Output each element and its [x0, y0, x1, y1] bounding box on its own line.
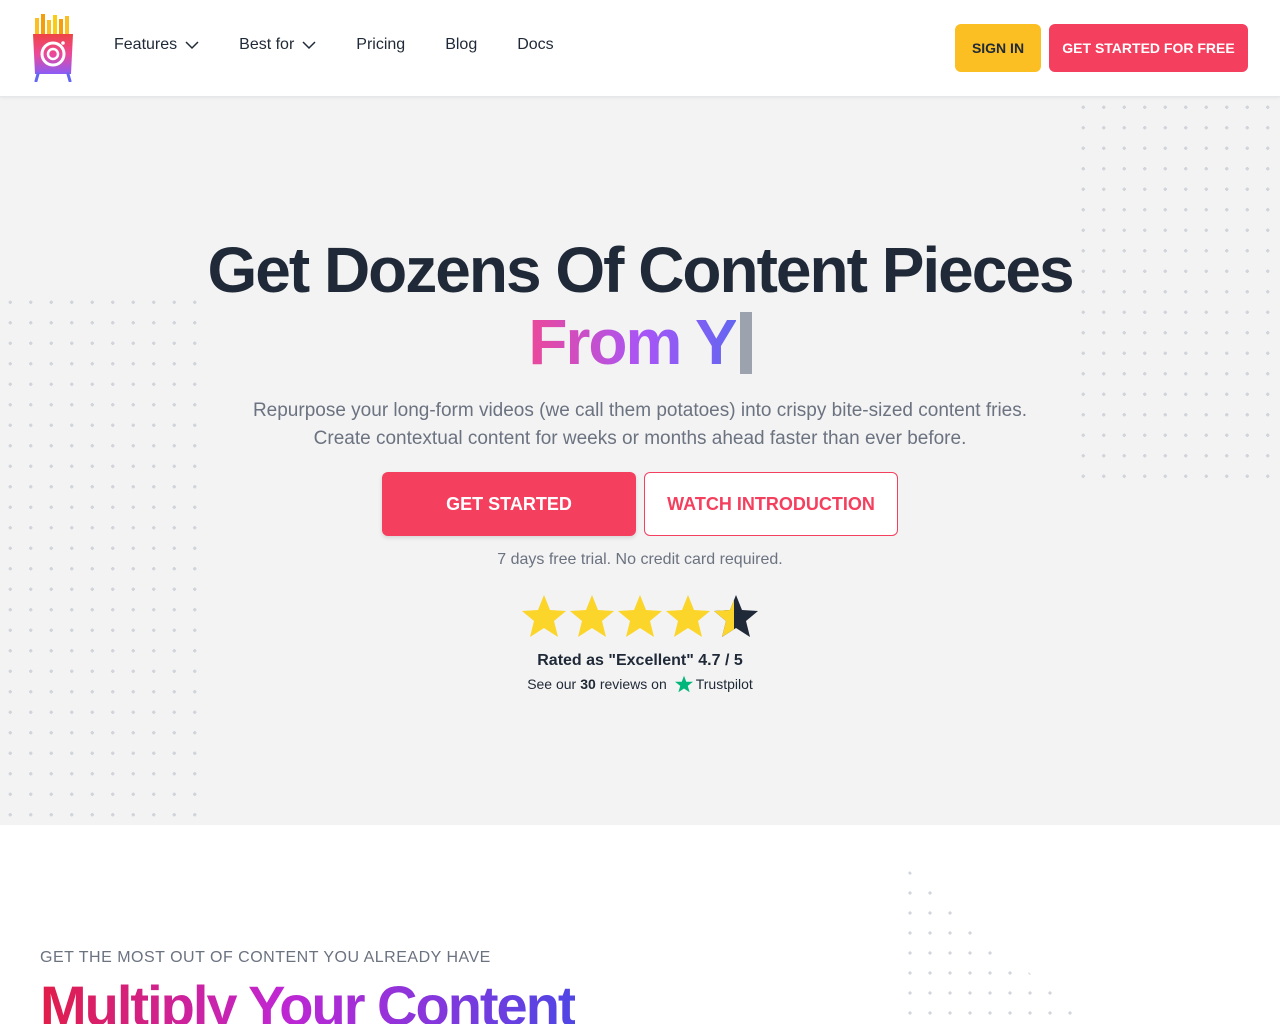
nav-best-for-label: Best for — [239, 36, 295, 53]
main-nav: Features Best for Pricing Blog Docs — [114, 36, 554, 54]
hero-section: Get Dozens Of Content Pieces From Y Repu… — [0, 97, 1280, 825]
star-icon — [570, 595, 614, 637]
nav-features[interactable]: Features — [114, 36, 199, 54]
reviews-suffix: reviews on — [599, 676, 667, 692]
star-icon — [522, 595, 566, 637]
nav-pricing[interactable]: Pricing — [356, 36, 405, 54]
section-title: Multiply Your Content — [40, 973, 577, 1024]
nav-blog[interactable]: Blog — [445, 36, 477, 54]
star-icon — [666, 595, 710, 637]
nav-pricing-label: Pricing — [356, 36, 406, 53]
hero-title-typing: From Y — [0, 306, 1280, 378]
nav-docs[interactable]: Docs — [517, 36, 553, 54]
typing-cursor — [739, 312, 752, 374]
hero-title-typed-text: From Y — [528, 306, 737, 378]
get-started-button[interactable]: GET STARTED — [382, 472, 636, 536]
section-eyebrow: GET THE MOST OUT OF CONTENT YOU ALREADY … — [40, 949, 491, 966]
trial-note: 7 days free trial. No credit card requir… — [497, 551, 783, 568]
nav-best-for[interactable]: Best for — [239, 36, 316, 54]
reviews-line: See our 30 reviews on Trustpilot — [0, 675, 1280, 693]
hero-title: Get Dozens Of Content Pieces — [207, 234, 1074, 306]
site-header: Features Best for Pricing Blog Docs SIGN… — [0, 0, 1280, 97]
nav-blog-label: Blog — [445, 36, 478, 53]
chevron-down-icon — [302, 41, 316, 50]
features-intro-section: GET THE MOST OUT OF CONTENT YOU ALREADY … — [0, 825, 1280, 1024]
trustpilot-link[interactable]: Trustpilot — [696, 676, 753, 692]
nav-docs-label: Docs — [517, 36, 554, 53]
get-started-free-button[interactable]: GET STARTED FOR FREE — [1049, 24, 1248, 72]
rating-text: Rated as "Excellent" 4.7 / 5 — [537, 652, 743, 669]
chevron-down-icon — [185, 41, 199, 50]
logo-icon[interactable] — [30, 14, 76, 83]
dot-pattern-decoration — [900, 863, 1100, 1024]
watch-introduction-button[interactable]: WATCH INTRODUCTION — [644, 472, 898, 536]
hero-subtitle: Repurpose your long-form videos (we call… — [252, 400, 1028, 449]
trustpilot-star-icon[interactable] — [674, 675, 693, 693]
star-partial-icon — [714, 595, 758, 637]
star-icon — [618, 595, 662, 637]
rating-stars — [522, 595, 758, 637]
section-title-text: Multiply Your Content — [40, 974, 577, 1024]
nav-features-label: Features — [114, 36, 178, 53]
sign-in-button[interactable]: SIGN IN — [955, 24, 1041, 72]
reviews-prefix: See our — [527, 676, 577, 692]
reviews-count: 30 — [580, 676, 596, 692]
